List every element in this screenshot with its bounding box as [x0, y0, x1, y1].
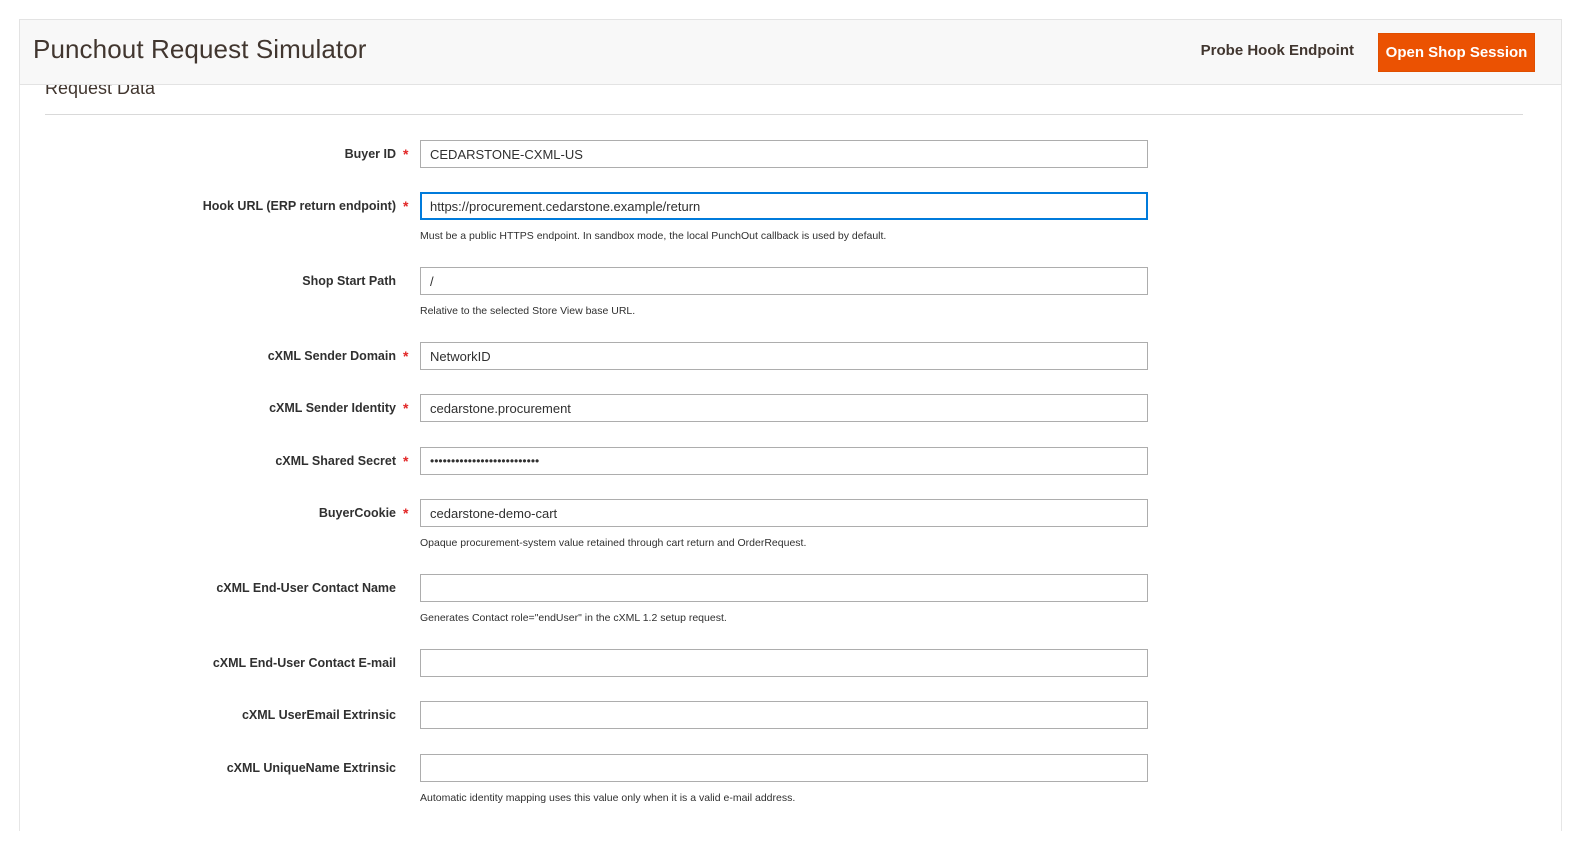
field-label: cXML UserEmail Extrinsic	[241, 708, 396, 722]
field-note: Relative to the selected Store View base…	[420, 305, 636, 317]
field-label: Shop Start Path	[302, 274, 396, 288]
field-label: cXML End-User Contact Name	[216, 581, 396, 595]
field-label: cXML End-User Contact E-mail	[212, 656, 396, 670]
required-marker: *	[403, 505, 409, 521]
sender-identity-input[interactable]	[420, 394, 1148, 422]
field-note: Automatic identity mapping uses this val…	[420, 792, 796, 804]
field-label: BuyerCookie	[318, 506, 396, 520]
useremail-extrinsic-input[interactable]	[420, 701, 1148, 729]
required-marker: *	[403, 453, 409, 469]
page-title: Punchout Request Simulator	[33, 34, 367, 64]
buyer-cookie-input[interactable]	[420, 499, 1148, 527]
field-label: Hook URL (ERP return endpoint)	[202, 199, 396, 213]
required-marker: *	[403, 146, 409, 162]
buyer-id-input[interactable]	[420, 140, 1148, 168]
hook-url-input[interactable]	[420, 192, 1148, 220]
open-shop-session-button[interactable]: Open Shop Session	[1378, 33, 1535, 72]
field-note: Generates Contact role="endUser" in the …	[420, 612, 727, 624]
required-marker: *	[403, 400, 409, 416]
contact-name-input[interactable]	[420, 574, 1148, 602]
shop-start-path-input[interactable]	[420, 267, 1148, 295]
field-note: Opaque procurement-system value retained…	[420, 537, 807, 549]
field-label: cXML Shared Secret	[275, 454, 396, 468]
contact-email-input[interactable]	[420, 649, 1148, 677]
required-marker: *	[403, 198, 409, 214]
page-header: Punchout Request Simulator Probe Hook En…	[19, 19, 1562, 85]
probe-hook-endpoint-button[interactable]: Probe Hook Endpoint	[1201, 42, 1354, 59]
field-label: cXML Sender Domain	[267, 349, 396, 363]
section-divider	[45, 114, 1523, 115]
field-label: cXML UniqueName Extrinsic	[226, 761, 396, 775]
shared-secret-input[interactable]	[420, 447, 1148, 475]
sender-domain-input[interactable]	[420, 342, 1148, 370]
field-label: Buyer ID	[344, 147, 396, 161]
field-label: cXML Sender Identity	[269, 401, 396, 415]
field-note: Must be a public HTTPS endpoint. In sand…	[420, 230, 887, 242]
uniquename-extrinsic-input[interactable]	[420, 754, 1148, 782]
required-marker: *	[403, 348, 409, 364]
